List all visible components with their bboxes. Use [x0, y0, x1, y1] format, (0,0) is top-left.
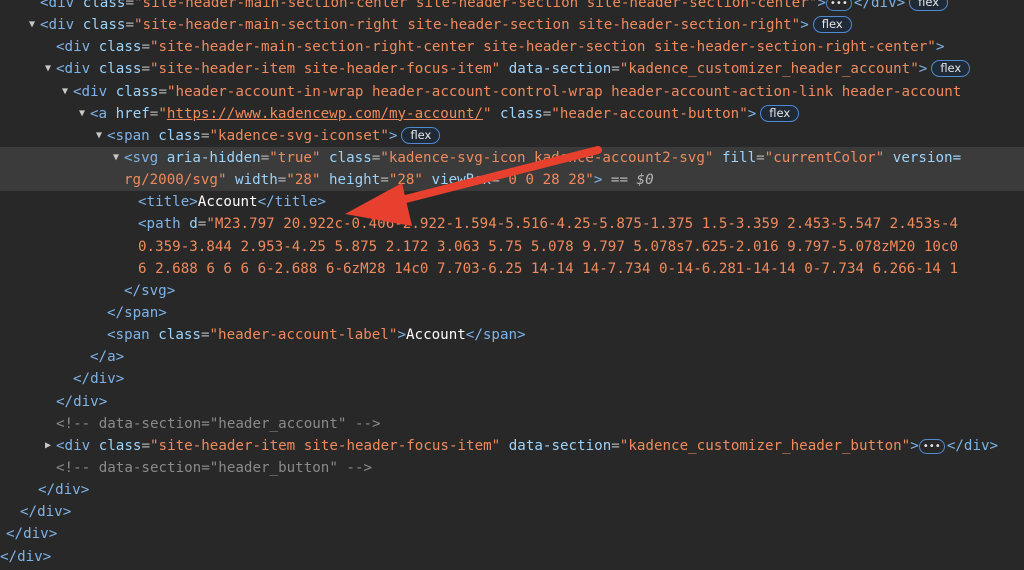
dom-node-line[interactable]: </div>: [0, 501, 1024, 523]
elements-dom-tree: <div class="site-header-main-section-cen…: [0, 0, 1024, 568]
title-text: Account: [197, 194, 258, 211]
expanded-triangle-icon[interactable]: ▼: [93, 125, 105, 147]
dom-node-line[interactable]: ▶ <div class="site-header-item site-heade…: [0, 435, 1024, 457]
selected-dom-node-line[interactable]: ▼ <svg aria-hidden="true" class="kadence-…: [0, 146, 1024, 170]
dom-node-line[interactable]: </div>: [0, 391, 1024, 413]
dom-node-line[interactable]: ▼ <div class="site-header-main-section-ri…: [0, 14, 1024, 36]
dom-node-line-continued[interactable]: 6 2.688 6 6 6 6-2.688 6-6zM28 14c0 7.703…: [0, 258, 1024, 280]
flex-badge[interactable]: flex: [401, 126, 441, 144]
dom-node-line[interactable]: ▼ <span class="kadence-svg-iconset"> flex: [0, 125, 1024, 147]
expanded-triangle-icon[interactable]: ▼: [26, 14, 38, 36]
expanded-triangle-icon[interactable]: ▼: [59, 81, 71, 103]
account-link[interactable]: https://www.kadencewp.com/my-account/: [167, 106, 483, 122]
dom-node-line[interactable]: </span>: [0, 302, 1024, 324]
dom-node-line[interactable]: </div>: [0, 546, 1024, 568]
dom-node-line[interactable]: ▼ <div class="header-account-in-wrap head…: [0, 81, 1024, 103]
expanded-triangle-icon[interactable]: ▼: [110, 147, 122, 169]
flex-badge[interactable]: flex: [812, 16, 852, 34]
collapsed-children-button[interactable]: •••: [825, 0, 852, 11]
dom-node-line[interactable]: <div class="site-header-main-section-rig…: [0, 36, 1024, 58]
selected-dom-node-line-continued[interactable]: rg/2000/svg" width="28" height="28" view…: [0, 169, 1024, 192]
dom-comment-line[interactable]: <!-- data-section="header_account" -->: [0, 413, 1024, 435]
expanded-triangle-icon[interactable]: ▼: [76, 103, 88, 125]
dom-node-line[interactable]: </div>: [0, 523, 1024, 545]
dom-node-line[interactable]: </div>: [0, 479, 1024, 501]
dom-node-line[interactable]: ▼ <div class="site-header-item site-heade…: [0, 58, 1024, 80]
collapsed-triangle-icon[interactable]: ▶: [42, 435, 54, 457]
dom-node-line-continued[interactable]: 0.359-3.844 2.953-4.25 5.875 2.172 3.063…: [0, 236, 1024, 258]
flex-badge[interactable]: flex: [760, 104, 800, 122]
account-label-text: Account: [405, 327, 466, 344]
dom-node-line[interactable]: <span class="header-account-label">Accou…: [0, 324, 1024, 346]
dom-node-line[interactable]: </a>: [0, 346, 1024, 368]
collapsed-children-button[interactable]: •••: [918, 438, 945, 454]
dom-node-line[interactable]: <title>Account</title>: [0, 191, 1024, 213]
console-reference: == $0: [602, 172, 654, 189]
dom-node-line[interactable]: </svg>: [0, 280, 1024, 302]
flex-badge[interactable]: flex: [931, 60, 971, 78]
dom-node-line[interactable]: </div>: [0, 368, 1024, 390]
flex-badge[interactable]: flex: [909, 0, 949, 11]
expanded-triangle-icon[interactable]: ▼: [42, 58, 54, 80]
dom-node-line[interactable]: <div class="site-header-main-section-cen…: [0, 0, 1024, 14]
dom-comment-line[interactable]: <!-- data-section="header_button" -->: [0, 457, 1024, 479]
dom-node-line[interactable]: <path d="M23.797 20.922c-0.406-2.922-1.5…: [0, 213, 1024, 235]
dom-node-line[interactable]: ▼ <a href="https://www.kadencewp.com/my-a…: [0, 103, 1024, 125]
